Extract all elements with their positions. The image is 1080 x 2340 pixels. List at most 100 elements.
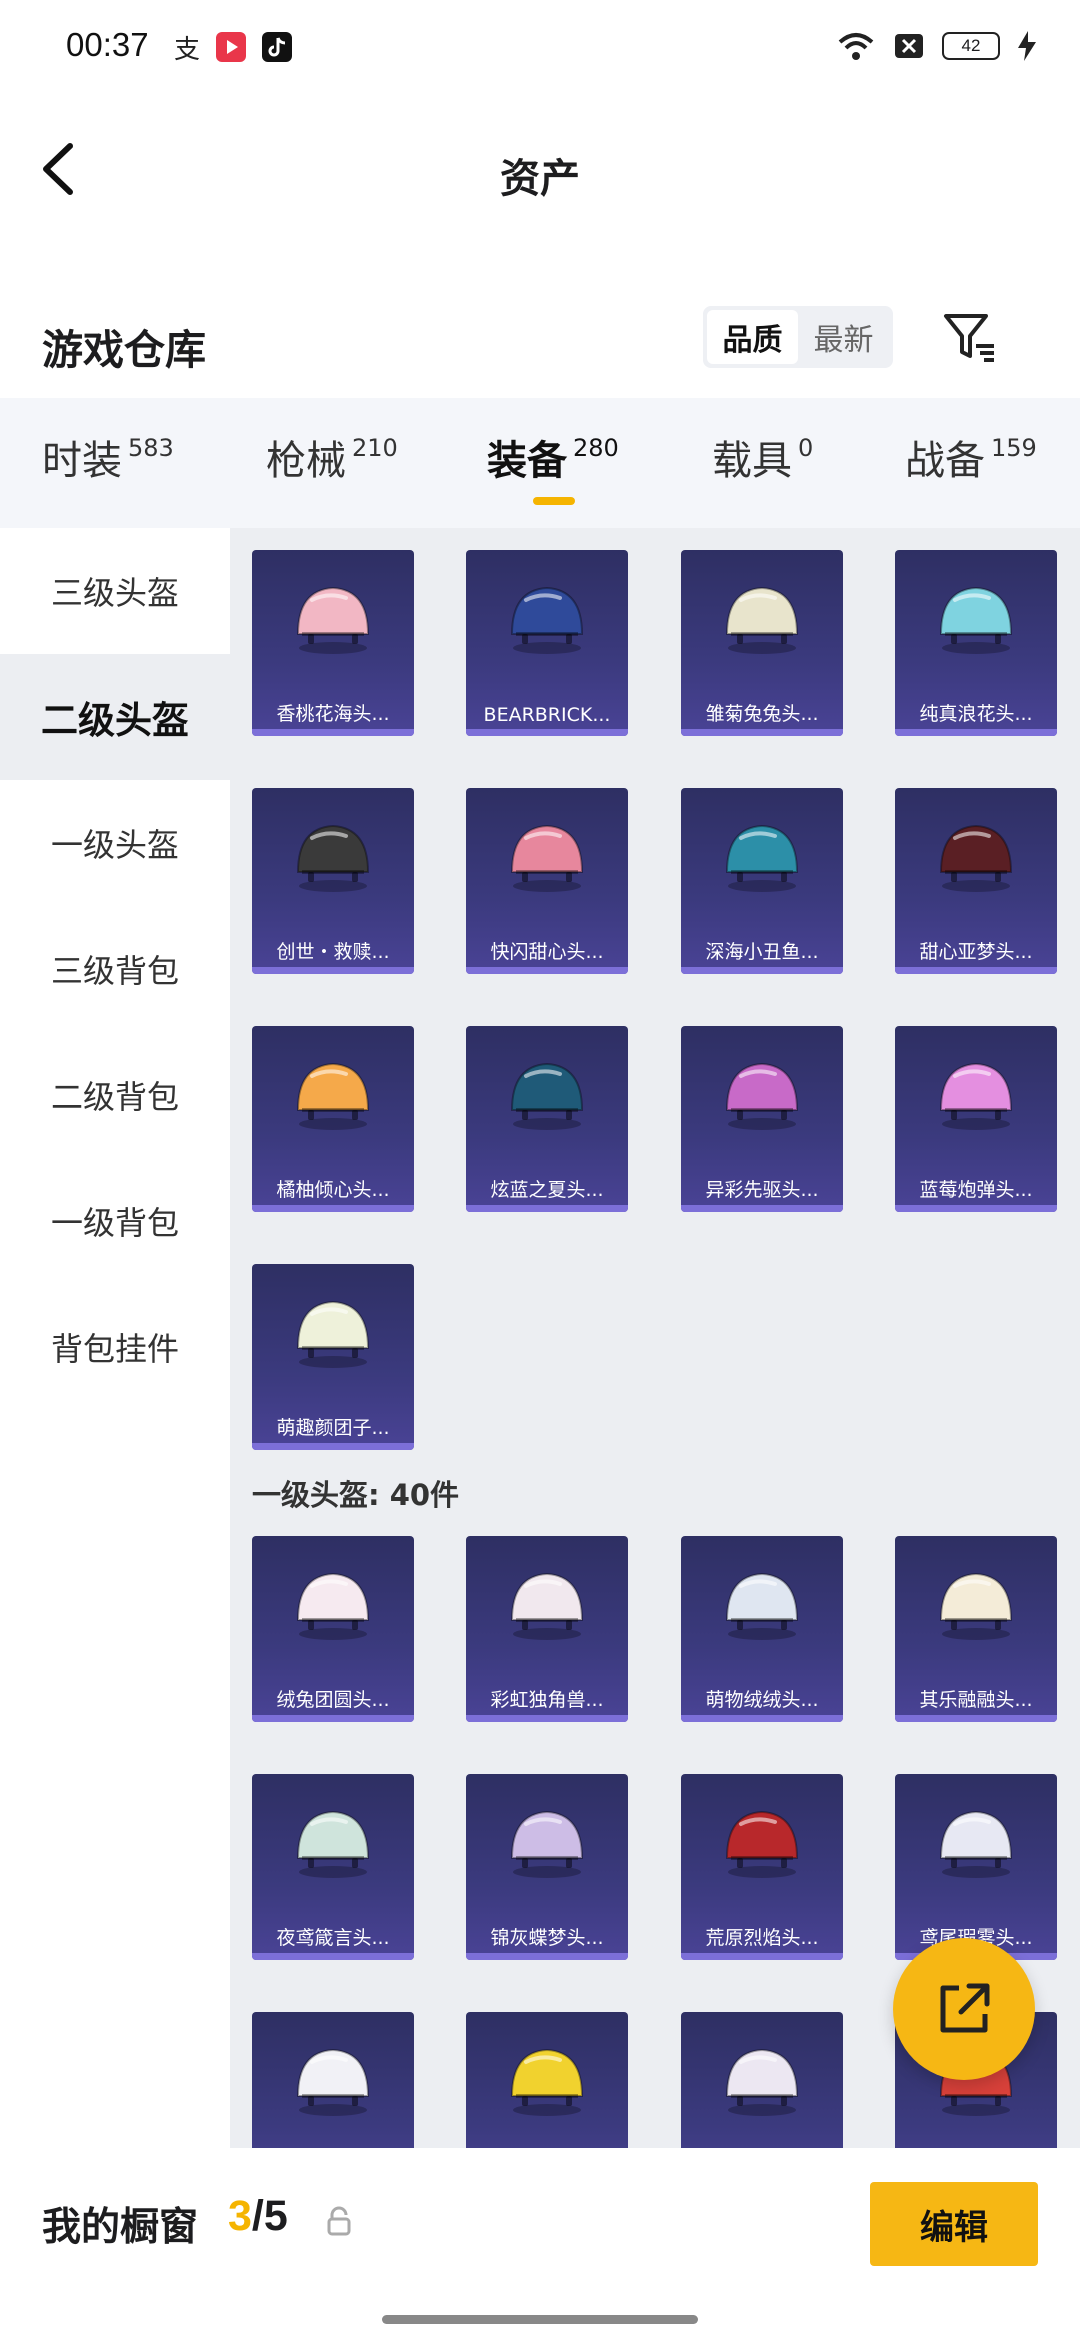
item-name: 创世・救赎...	[276, 941, 390, 963]
showcase-count-current: 3	[228, 2192, 252, 2240]
sort-toggle: 品质 最新	[703, 306, 893, 368]
item-card[interactable]	[681, 2012, 843, 2148]
item-name: 炫蓝之夏头...	[490, 1179, 604, 1201]
showcase-label: 我的橱窗	[42, 2205, 199, 2250]
item-card[interactable]: 异彩先驱头...	[681, 1026, 843, 1212]
helmet-icon	[510, 1062, 584, 1130]
lock-icon	[327, 2206, 351, 2236]
item-card[interactable]: 萌趣颜团子...	[252, 1264, 414, 1450]
helmet-icon	[510, 824, 584, 892]
sidebar-item-backpack-pendant[interactable]: 背包挂件	[0, 1284, 230, 1410]
item-card[interactable]: 香桃花海头...	[252, 550, 414, 736]
item-name: 蓝莓炮弹头...	[919, 1179, 1033, 1201]
tab-count: 0	[798, 434, 814, 462]
helmet-icon	[725, 1810, 799, 1878]
item-name: 快闪甜心头...	[490, 941, 604, 963]
helmet-icon	[296, 1300, 370, 1368]
helmet-icon	[939, 824, 1013, 892]
item-card[interactable]: 甜心亚梦头...	[895, 788, 1057, 974]
share-fab-button[interactable]	[893, 1938, 1035, 2080]
no-sim-icon	[895, 34, 923, 58]
helmet-icon	[939, 1062, 1013, 1130]
item-name: 绒兔团圆头...	[276, 1689, 390, 1711]
item-card[interactable]: 纯真浪花头...	[895, 550, 1057, 736]
item-name: 深海小丑鱼...	[705, 941, 819, 963]
tab-count: 210	[352, 434, 398, 462]
sidebar-item-level1-helmet[interactable]: 一级头盔	[0, 780, 230, 906]
tab-label: 时装	[42, 438, 122, 484]
sort-latest-button[interactable]: 最新	[798, 310, 889, 364]
status-time: 00:37	[66, 26, 149, 63]
helmet-icon	[725, 1062, 799, 1130]
tab-vehicles[interactable]: 载具 0	[712, 428, 813, 486]
item-card[interactable]	[466, 2012, 628, 2148]
wifi-icon	[838, 33, 874, 60]
charging-icon	[1018, 31, 1036, 61]
tiktok-icon	[262, 32, 292, 62]
tab-fashion[interactable]: 时装 583	[42, 428, 174, 486]
filter-button[interactable]	[940, 308, 1000, 368]
item-name: 彩虹独角兽...	[490, 1689, 604, 1711]
item-card[interactable]: 蓝莓炮弹头...	[895, 1026, 1057, 1212]
helmet-icon	[296, 1572, 370, 1640]
item-name: 异彩先驱头...	[705, 1179, 819, 1201]
item-name: 雏菊兔兔头...	[705, 703, 819, 725]
share-external-icon	[940, 1983, 990, 2033]
item-card[interactable]: 荒原烈焰头...	[681, 1774, 843, 1960]
alipay-icon: 支	[170, 30, 206, 66]
sidebar-item-level2-helmet[interactable]: 二级头盔	[0, 654, 230, 780]
tab-label: 装备	[487, 438, 567, 484]
showcase-count: 3/5	[228, 2192, 288, 2241]
showcase-bar: 我的橱窗 3/5 编辑	[0, 2150, 1080, 2340]
helmet-icon	[296, 1810, 370, 1878]
item-card[interactable]	[252, 2012, 414, 2148]
sidebar-item-level1-backpack[interactable]: 一级背包	[0, 1158, 230, 1284]
status-bar: 00:37 支 42	[0, 0, 1080, 96]
sidebar-item-level3-backpack[interactable]: 三级背包	[0, 906, 230, 1032]
helmet-icon	[725, 586, 799, 654]
edit-button[interactable]: 编辑	[870, 2182, 1038, 2266]
sidebar-item-level2-backpack[interactable]: 二级背包	[0, 1032, 230, 1158]
tab-label: 载具	[712, 438, 792, 484]
item-name: BEARBRICK...	[483, 704, 611, 726]
item-card[interactable]: 鸢尾瑕雾头...	[895, 1774, 1057, 1960]
svg-text:支: 支	[174, 35, 200, 65]
item-card[interactable]: 彩虹独角兽...	[466, 1536, 628, 1722]
tab-count: 159	[991, 434, 1037, 462]
item-card[interactable]: 绒兔团圆头...	[252, 1536, 414, 1722]
item-name: 其乐融融头...	[919, 1689, 1033, 1711]
subcategory-sidebar: 三级头盔 二级头盔 一级头盔 三级背包 二级背包 一级背包 背包挂件	[0, 528, 230, 2148]
warehouse-header: 游戏仓库 品质 最新	[0, 290, 1080, 400]
item-card[interactable]: 萌物绒绒头...	[681, 1536, 843, 1722]
item-card[interactable]: 其乐融融头...	[895, 1536, 1057, 1722]
item-card[interactable]: 炫蓝之夏头...	[466, 1026, 628, 1212]
tab-weapons[interactable]: 枪械 210	[266, 428, 398, 486]
active-tab-indicator	[533, 497, 575, 505]
item-name: 甜心亚梦头...	[919, 941, 1033, 963]
helmet-icon	[296, 586, 370, 654]
helmet-icon	[296, 2048, 370, 2116]
item-card[interactable]: 深海小丑鱼...	[681, 788, 843, 974]
item-card[interactable]: 雏菊兔兔头...	[681, 550, 843, 736]
helmet-icon	[939, 586, 1013, 654]
helmet-icon	[510, 2048, 584, 2116]
battery-indicator: 42	[942, 32, 1000, 60]
item-name: 荒原烈焰头...	[705, 1927, 819, 1949]
item-card[interactable]: 橘柚倾心头...	[252, 1026, 414, 1212]
tab-count: 280	[573, 434, 619, 462]
item-name: 锦灰蝶梦头...	[490, 1927, 604, 1949]
app-header: 资产	[0, 96, 1080, 246]
video-app-icon	[216, 32, 246, 62]
item-card[interactable]: BEARBRICK...	[466, 550, 628, 736]
tab-equipment[interactable]: 装备 280	[487, 428, 619, 486]
sort-quality-button[interactable]: 品质	[707, 310, 798, 364]
showcase-count-total: /5	[251, 2192, 288, 2240]
item-card[interactable]: 夜鸢箴言头...	[252, 1774, 414, 1960]
item-card[interactable]: 锦灰蝶梦头...	[466, 1774, 628, 1960]
section-title: 游戏仓库	[42, 326, 206, 374]
item-card[interactable]: 快闪甜心头...	[466, 788, 628, 974]
sidebar-item-level3-helmet[interactable]: 三级头盔	[0, 528, 230, 654]
home-indicator	[382, 2315, 698, 2324]
item-card[interactable]: 创世・救赎...	[252, 788, 414, 974]
tab-supplies[interactable]: 战备 159	[905, 428, 1037, 486]
